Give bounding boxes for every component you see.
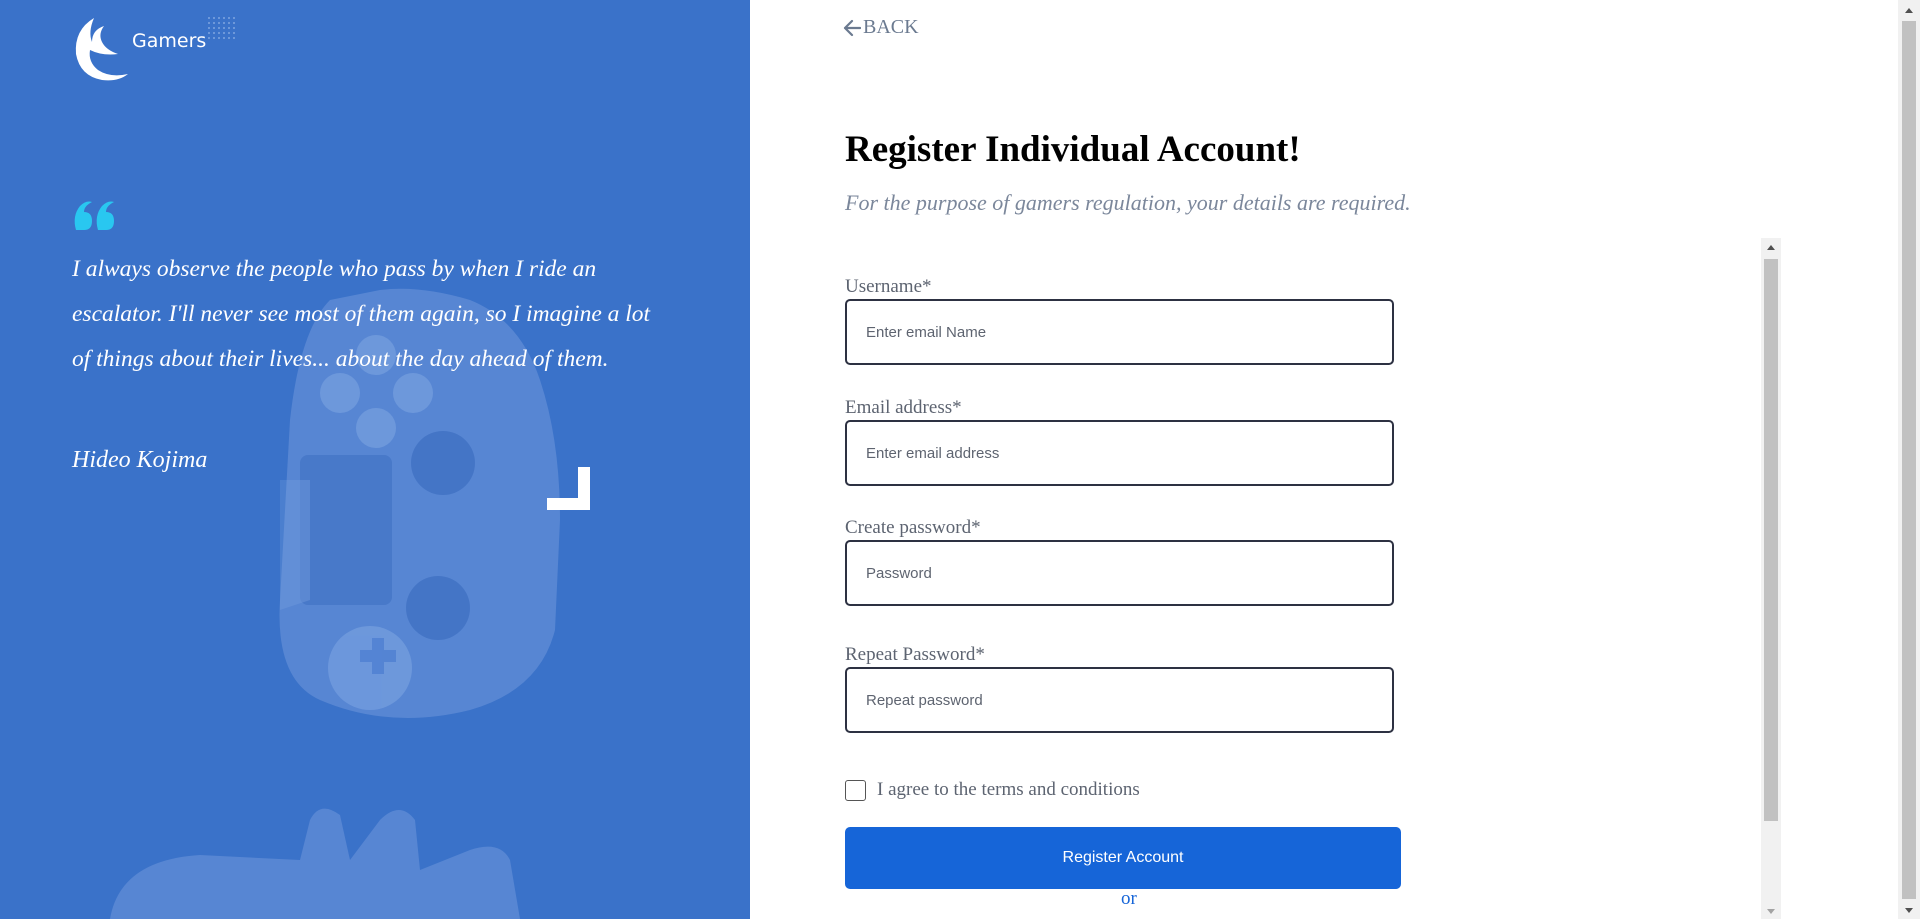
email-label: Email address* xyxy=(845,397,962,418)
terms-checkbox[interactable] xyxy=(845,779,866,801)
repeat-password-input[interactable] xyxy=(845,667,1394,733)
hero-panel: Gamers I always observe the people who p… xyxy=(0,0,750,919)
repeat-password-label: Repeat Password* xyxy=(845,644,985,665)
page-scrollbar-thumb[interactable] xyxy=(1902,21,1916,899)
quote-text: I always observe the people who pass by … xyxy=(72,256,651,372)
terms-label: I agree to the terms and conditions xyxy=(877,779,1140,800)
dot-grid-decoration xyxy=(208,17,235,39)
quote-mark-icon xyxy=(74,201,114,230)
page-scroll-down-arrow-icon[interactable] xyxy=(1898,902,1920,919)
page-subtitle: For the purpose of gamers regulation, yo… xyxy=(845,190,1411,215)
arrow-left-icon xyxy=(843,19,861,37)
scroll-up-arrow-icon[interactable] xyxy=(1761,240,1781,256)
form-scrollbar-thumb[interactable] xyxy=(1764,259,1778,821)
quote-author: Hideo Kojima xyxy=(72,447,208,473)
create-password-label: Create password* xyxy=(845,517,981,538)
page-scrollbar[interactable] xyxy=(1898,0,1920,919)
back-label: BACK xyxy=(863,16,919,38)
corner-bracket-decoration xyxy=(547,467,590,510)
page-scroll-up-arrow-icon[interactable] xyxy=(1898,2,1920,19)
terms-row: I agree to the terms and conditions xyxy=(845,779,1140,801)
username-label: Username* xyxy=(845,276,932,297)
username-input[interactable] xyxy=(845,299,1394,365)
form-scrollbar[interactable] xyxy=(1761,238,1781,919)
swallow-logo-icon xyxy=(75,18,128,81)
brand-name: Gamers xyxy=(132,30,207,52)
create-password-input[interactable] xyxy=(845,540,1394,606)
back-link[interactable]: BACK xyxy=(843,16,919,39)
scroll-down-arrow-icon[interactable] xyxy=(1761,903,1781,919)
page-title: Register Individual Account! xyxy=(845,129,1301,170)
register-account-button[interactable]: Register Account xyxy=(845,827,1401,889)
email-input[interactable] xyxy=(845,420,1394,486)
or-separator: or xyxy=(1121,888,1137,909)
registration-form: Username* Email address* Create password… xyxy=(845,238,1761,919)
